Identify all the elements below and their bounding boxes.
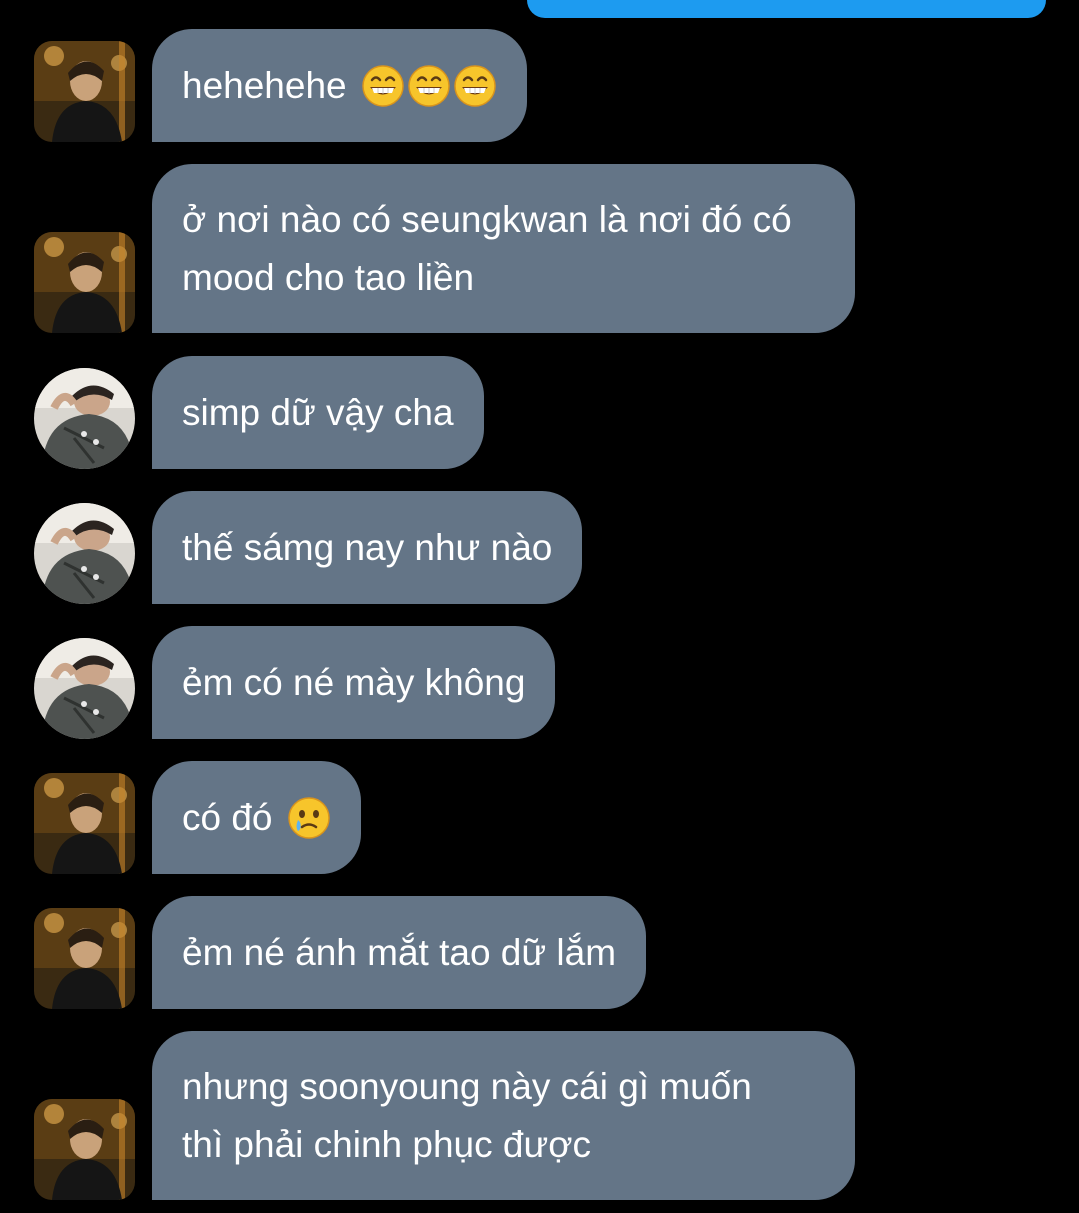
message-text: ẻm né ánh mắt tao dữ lắm bbox=[182, 931, 617, 973]
message-bubble[interactable]: simp dữ vậy cha bbox=[152, 356, 484, 469]
message-bubble[interactable]: thế sámg nay như nào bbox=[152, 491, 583, 604]
message-bubble[interactable]: có đó bbox=[152, 761, 361, 874]
message-bubble[interactable]: hehehehe bbox=[152, 29, 527, 142]
message-line: nhưng soonyoung này cái gì muốn bbox=[182, 1065, 752, 1107]
grinning-face-with-smiling-eyes-icon bbox=[453, 64, 497, 108]
message-text: có đó bbox=[182, 796, 273, 838]
message-row: thế sámg nay như nào bbox=[0, 491, 1079, 604]
sent-message-bubble-partial[interactable] bbox=[527, 0, 1046, 18]
avatar[interactable] bbox=[34, 41, 135, 142]
avatar[interactable] bbox=[34, 773, 135, 874]
message-text: thế sámg nay như nào bbox=[182, 526, 553, 568]
message-line: mood cho tao liền bbox=[182, 256, 475, 298]
grinning-face-with-smiling-eyes-icon bbox=[361, 64, 405, 108]
avatar[interactable] bbox=[34, 1099, 135, 1200]
face-holding-back-tears-icon bbox=[287, 796, 331, 840]
message-line: thì phải chinh phục được bbox=[182, 1123, 592, 1165]
avatar[interactable] bbox=[34, 232, 135, 333]
message-row: ẻm né ánh mắt tao dữ lắm bbox=[0, 896, 1079, 1009]
message-bubble[interactable]: nhưng soonyoung này cái gì muốn thì phải… bbox=[152, 1031, 855, 1200]
message-row: ở nơi nào có seungkwan là nơi đó có mood… bbox=[0, 164, 1079, 333]
avatar[interactable] bbox=[34, 638, 135, 739]
grinning-face-with-smiling-eyes-icon bbox=[407, 64, 451, 108]
message-line: ở nơi nào có seungkwan là nơi đó có bbox=[182, 198, 792, 240]
message-row: hehehehe bbox=[0, 29, 1079, 142]
message-text: hehehehe bbox=[182, 64, 347, 106]
message-bubble[interactable]: ẻm có né mày không bbox=[152, 626, 556, 739]
avatar[interactable] bbox=[34, 503, 135, 604]
message-row: nhưng soonyoung này cái gì muốn thì phải… bbox=[0, 1031, 1079, 1200]
message-bubble[interactable]: ở nơi nào có seungkwan là nơi đó có mood… bbox=[152, 164, 855, 333]
message-row: ẻm có né mày không bbox=[0, 626, 1079, 739]
message-bubble[interactable]: ẻm né ánh mắt tao dữ lắm bbox=[152, 896, 647, 1009]
avatar[interactable] bbox=[34, 908, 135, 1009]
message-row: simp dữ vậy cha bbox=[0, 356, 1079, 469]
message-row: có đó bbox=[0, 761, 1079, 874]
message-text: ẻm có né mày không bbox=[182, 661, 526, 703]
avatar[interactable] bbox=[34, 368, 135, 469]
message-text: simp dữ vậy cha bbox=[182, 391, 454, 433]
